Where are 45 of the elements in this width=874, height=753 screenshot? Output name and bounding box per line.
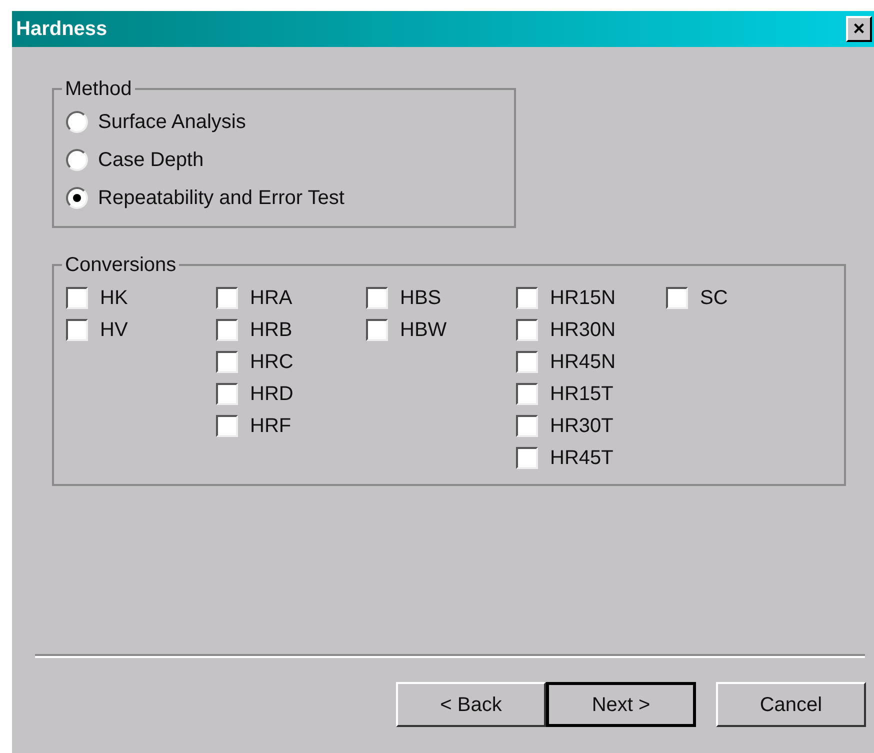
checkbox[interactable]	[216, 319, 238, 341]
checkbox[interactable]	[216, 351, 238, 373]
wizard-button[interactable]: Next >	[546, 682, 696, 727]
checkbox[interactable]	[516, 287, 538, 309]
group-label: Method	[64, 77, 133, 102]
checkbox[interactable]	[66, 319, 88, 341]
checkbox[interactable]	[516, 351, 538, 373]
checkbox-label[interactable]: HK	[100, 283, 128, 313]
radio-label[interactable]: Surface Analysis	[98, 107, 246, 137]
radio-button[interactable]	[66, 187, 88, 209]
checkbox[interactable]	[516, 415, 538, 437]
checkbox[interactable]	[666, 287, 688, 309]
checkbox[interactable]	[216, 383, 238, 405]
checkbox-label[interactable]: HV	[100, 315, 128, 345]
wizard-button[interactable]: Cancel	[716, 682, 866, 727]
checkbox-label[interactable]: SC	[700, 283, 728, 313]
wizard-button[interactable]: < Back	[396, 682, 546, 727]
checkbox-label[interactable]: HRB	[250, 315, 292, 345]
checkbox[interactable]	[66, 287, 88, 309]
radio-button[interactable]	[66, 111, 88, 133]
window-title: Hardness	[16, 17, 108, 42]
checkbox-label[interactable]: HRC	[250, 347, 294, 377]
checkbox-label[interactable]: HRD	[250, 379, 294, 409]
checkbox-label[interactable]: HRF	[250, 411, 292, 441]
checkbox-label[interactable]: HR15T	[550, 379, 614, 409]
checkbox-label[interactable]: HBW	[400, 315, 447, 345]
checkbox[interactable]	[516, 319, 538, 341]
checkbox-label[interactable]: HR45T	[550, 443, 614, 473]
checkbox[interactable]	[516, 447, 538, 469]
checkbox[interactable]	[216, 415, 238, 437]
checkbox[interactable]	[216, 287, 238, 309]
checkbox-label[interactable]: HRA	[250, 283, 292, 313]
checkbox-label[interactable]: HR30T	[550, 411, 614, 441]
checkbox-label[interactable]: HR45N	[550, 347, 616, 377]
checkbox-label[interactable]: HR30N	[550, 315, 616, 345]
checkbox-label[interactable]: HBS	[400, 283, 442, 313]
checkbox[interactable]	[516, 383, 538, 405]
group-label: Conversions	[64, 253, 178, 278]
close-button[interactable]: ×	[846, 16, 872, 42]
checkbox[interactable]	[366, 319, 388, 341]
checkbox[interactable]	[366, 287, 388, 309]
radio-label[interactable]: Case Depth	[98, 145, 204, 175]
radio-label[interactable]: Repeatability and Error Test	[98, 183, 344, 213]
radio-button[interactable]	[66, 149, 88, 171]
checkbox-label[interactable]: HR15N	[550, 283, 616, 313]
